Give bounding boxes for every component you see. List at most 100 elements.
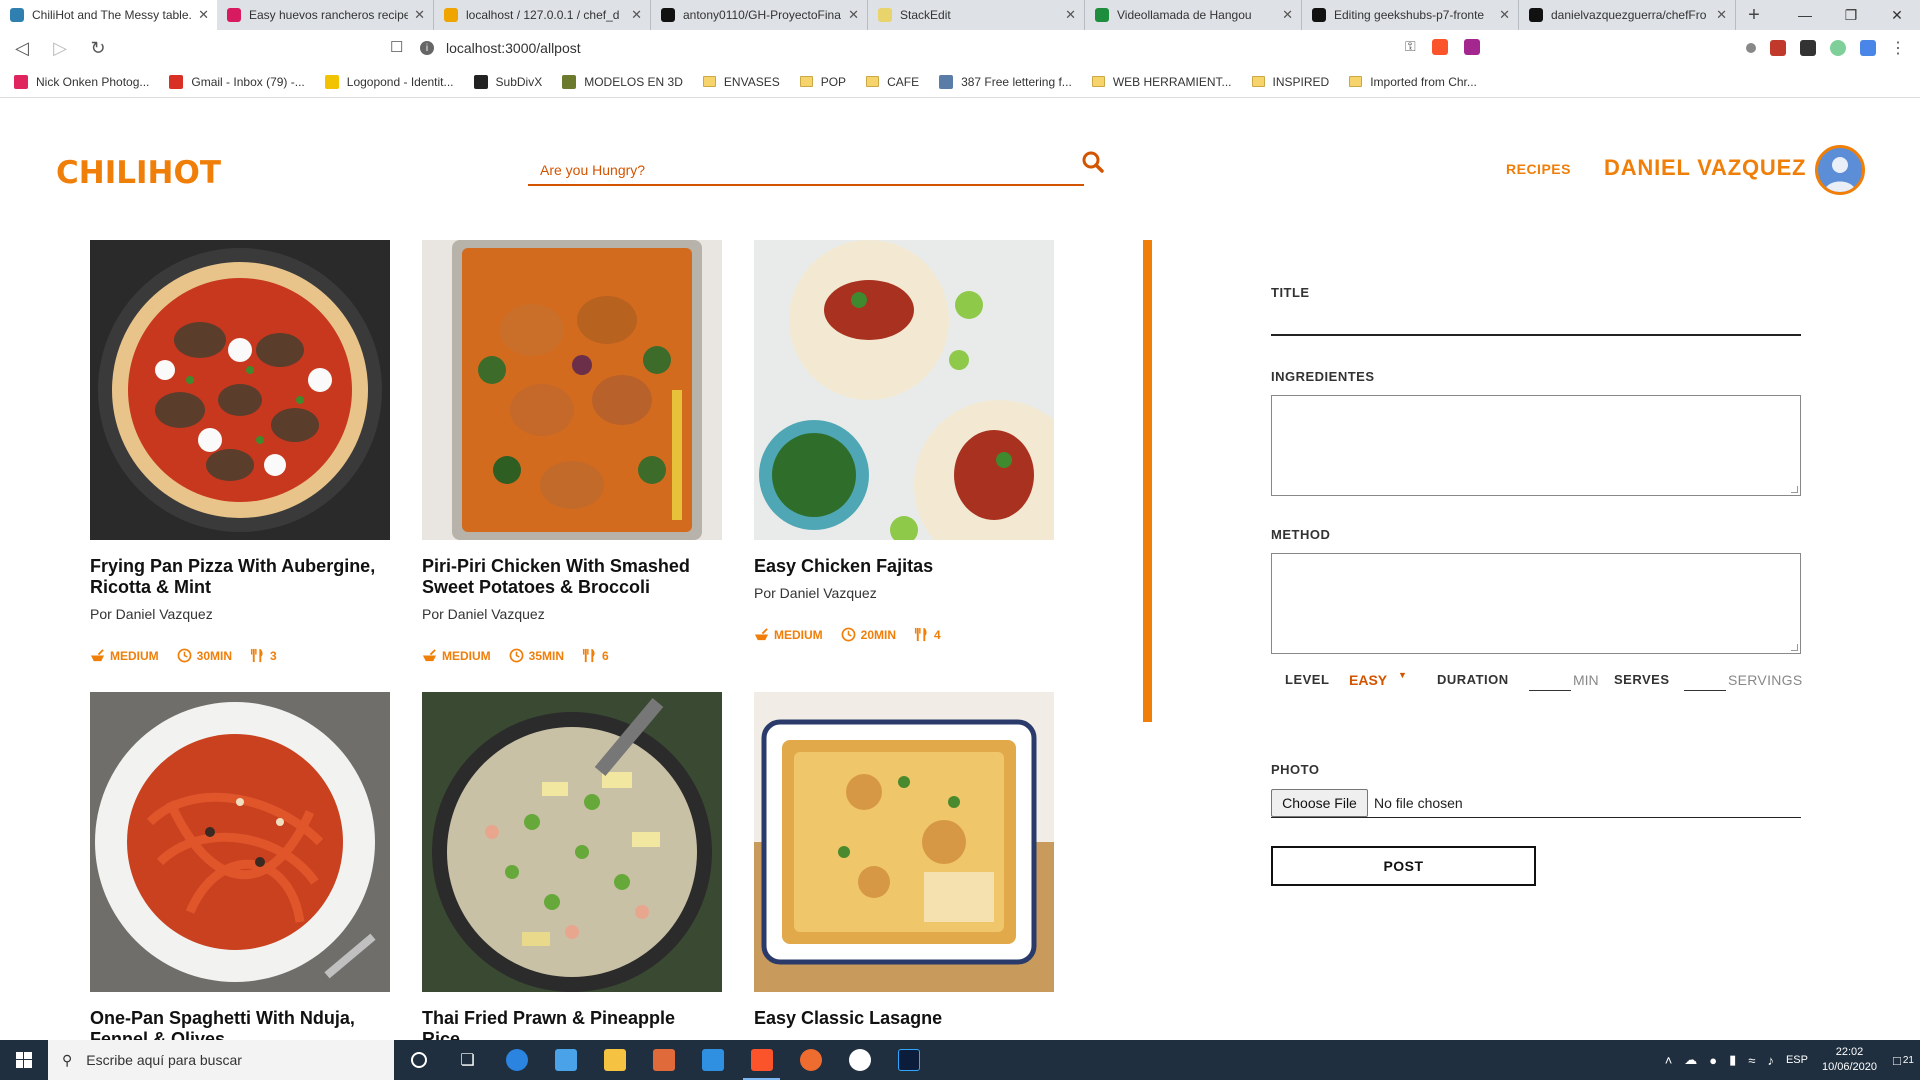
- recipe-card[interactable]: Easy Classic LasagnePor Daniel V...: [754, 692, 1054, 1040]
- search-input[interactable]: [528, 156, 1084, 184]
- extension-code-icon[interactable]: [1800, 40, 1816, 56]
- postman-icon[interactable]: [786, 1040, 835, 1080]
- recipe-card[interactable]: Piri-Piri Chicken With Smashed Sweet Pot…: [422, 240, 722, 663]
- bookmark-item[interactable]: POP: [799, 75, 846, 89]
- bookmark-item[interactable]: ENVASES: [702, 75, 780, 89]
- address-bar[interactable]: i localhost:3000/allpost: [420, 33, 1530, 63]
- tab-close-icon[interactable]: ✕: [414, 7, 425, 23]
- bookmark-item[interactable]: MODELOS EN 3D: [562, 74, 683, 89]
- bookmark-item[interactable]: Logopond - Identit...: [324, 74, 454, 89]
- extension-dot-icon[interactable]: [1746, 43, 1756, 53]
- level-select[interactable]: EASY: [1349, 672, 1387, 688]
- new-tab-button[interactable]: +: [1736, 0, 1772, 30]
- bookmark-item[interactable]: INSPIRED: [1251, 75, 1329, 89]
- menu-icon[interactable]: ⋮: [1890, 38, 1906, 58]
- recipe-image[interactable]: [754, 692, 1054, 992]
- tab-close-icon[interactable]: ✕: [631, 7, 642, 23]
- recipe-image[interactable]: [90, 692, 390, 992]
- serves-input[interactable]: [1684, 690, 1726, 691]
- recipe-card[interactable]: Thai Fried Prawn & Pineapple Rice: [422, 692, 722, 1040]
- close-window-icon[interactable]: ✕: [1874, 0, 1920, 30]
- recipe-title[interactable]: Easy Classic Lasagne: [754, 1008, 1044, 1029]
- browser-tab[interactable]: Easy huevos rancheros recipe ✕: [217, 0, 434, 30]
- info-icon[interactable]: i: [420, 41, 434, 55]
- recipe-image[interactable]: [422, 692, 722, 992]
- slack-icon[interactable]: [835, 1040, 884, 1080]
- browser-tab[interactable]: Videollamada de Hangou ✕: [1085, 0, 1302, 30]
- duration-input[interactable]: [1529, 690, 1571, 691]
- back-icon[interactable]: ◁: [6, 32, 38, 64]
- edge-icon[interactable]: [492, 1040, 541, 1080]
- cortana-icon[interactable]: [394, 1040, 443, 1080]
- file-explorer-icon[interactable]: [590, 1040, 639, 1080]
- key-icon[interactable]: ⚿: [1405, 38, 1416, 55]
- choose-file-button[interactable]: Choose File: [1271, 789, 1368, 817]
- tab-close-icon[interactable]: ✕: [1716, 7, 1727, 23]
- tab-close-icon[interactable]: ✕: [1499, 7, 1510, 23]
- bookmark-item[interactable]: WEB HERRAMIENT...: [1091, 75, 1232, 89]
- microphone-icon[interactable]: ●: [1709, 1053, 1717, 1068]
- extension-red-icon[interactable]: [1770, 40, 1786, 56]
- browser-tab[interactable]: localhost / 127.0.0.1 / chef_d ✕: [434, 0, 651, 30]
- bookmark-item[interactable]: CAFE: [866, 75, 919, 89]
- bookmark-page-icon[interactable]: ☐: [390, 38, 403, 56]
- browser-tab[interactable]: Editing geekshubs-p7-fronte ✕: [1302, 0, 1519, 30]
- reload-icon[interactable]: ↻: [82, 32, 114, 64]
- recipe-title[interactable]: Thai Fried Prawn & Pineapple Rice: [422, 1008, 712, 1040]
- bookmark-item[interactable]: SubDivX: [473, 74, 542, 89]
- mail-icon[interactable]: [541, 1040, 590, 1080]
- ingredients-textarea[interactable]: [1271, 395, 1801, 496]
- tray-chevron-icon[interactable]: ˄: [1665, 1053, 1673, 1068]
- recipe-card[interactable]: Frying Pan Pizza With Aubergine, Ricotta…: [90, 240, 390, 663]
- volume-icon[interactable]: ♪: [1767, 1053, 1774, 1068]
- recipe-title[interactable]: Easy Chicken Fajitas: [754, 556, 1044, 577]
- forward-icon[interactable]: ▷: [44, 32, 76, 64]
- task-view-icon[interactable]: ❏: [443, 1040, 492, 1080]
- extension-green-icon[interactable]: [1830, 40, 1846, 56]
- chilihot-logo[interactable]: CHILIHOT: [56, 155, 221, 191]
- maximize-icon[interactable]: ❐: [1828, 0, 1874, 30]
- notifications-icon[interactable]: □ 21: [1893, 1053, 1914, 1068]
- nav-user-name[interactable]: DANIEL VAZQUEZ: [1604, 155, 1806, 181]
- recipe-title[interactable]: Piri-Piri Chicken With Smashed Sweet Pot…: [422, 556, 712, 598]
- recipe-card[interactable]: Easy Chicken Fajitas Por Daniel Vazquez ME…: [754, 240, 1054, 642]
- bookmark-item[interactable]: 387 Free lettering f...: [939, 74, 1072, 89]
- tab-close-icon[interactable]: ✕: [198, 7, 209, 23]
- recipe-title[interactable]: One-Pan Spaghetti With Nduja, Fennel & O…: [90, 1008, 380, 1040]
- recipe-title[interactable]: Frying Pan Pizza With Aubergine, Ricotta…: [90, 556, 380, 598]
- minimize-icon[interactable]: —: [1782, 0, 1828, 30]
- network-icon[interactable]: ≈: [1748, 1053, 1755, 1068]
- nav-recipes-link[interactable]: RECIPES: [1506, 161, 1571, 177]
- search-icon[interactable]: [1080, 149, 1106, 175]
- tab-close-icon[interactable]: ✕: [1282, 7, 1293, 23]
- browser-tab[interactable]: danielvazquezguerra/chefFro ✕: [1519, 0, 1736, 30]
- browser-tab[interactable]: StackEdit ✕: [868, 0, 1085, 30]
- post-button[interactable]: POST: [1271, 846, 1536, 886]
- title-input[interactable]: [1271, 334, 1801, 336]
- tab-close-icon[interactable]: ✕: [848, 7, 859, 23]
- level-dropdown-icon[interactable]: ▼: [1398, 670, 1407, 680]
- app-orange-icon[interactable]: [639, 1040, 688, 1080]
- bookmark-item[interactable]: Nick Onken Photog...: [14, 74, 149, 89]
- user-avatar[interactable]: [1815, 145, 1865, 195]
- browser-tab[interactable]: antony0110/GH-ProyectoFina ✕: [651, 0, 868, 30]
- translate-icon[interactable]: [1860, 40, 1876, 56]
- taskbar-search[interactable]: ⚲ Escribe aquí para buscar: [48, 1040, 394, 1080]
- battery-icon[interactable]: ▮: [1729, 1052, 1736, 1068]
- brave-rewards-icon[interactable]: [1463, 38, 1480, 55]
- onedrive-icon[interactable]: ☁: [1684, 1052, 1697, 1068]
- recipe-image[interactable]: [422, 240, 722, 540]
- photoshop-icon[interactable]: [884, 1040, 933, 1080]
- clock[interactable]: 22:02 10/06/2020: [1822, 1045, 1877, 1075]
- recipe-image[interactable]: [90, 240, 390, 540]
- bookmark-item[interactable]: Imported from Chr...: [1349, 75, 1477, 89]
- browser-tab[interactable]: ChiliHot and The Messy table. ✕: [0, 0, 217, 30]
- brave-shield-icon[interactable]: [1431, 38, 1448, 55]
- tab-close-icon[interactable]: ✕: [1065, 7, 1076, 23]
- brave-browser-icon[interactable]: [737, 1040, 786, 1080]
- language-indicator[interactable]: ESP: [1786, 1054, 1808, 1066]
- recipe-card[interactable]: One-Pan Spaghetti With Nduja, Fennel & O…: [90, 692, 390, 1040]
- bookmark-item[interactable]: Gmail - Inbox (79) -...: [169, 74, 305, 89]
- recipe-image[interactable]: [754, 240, 1054, 540]
- method-textarea[interactable]: [1271, 553, 1801, 654]
